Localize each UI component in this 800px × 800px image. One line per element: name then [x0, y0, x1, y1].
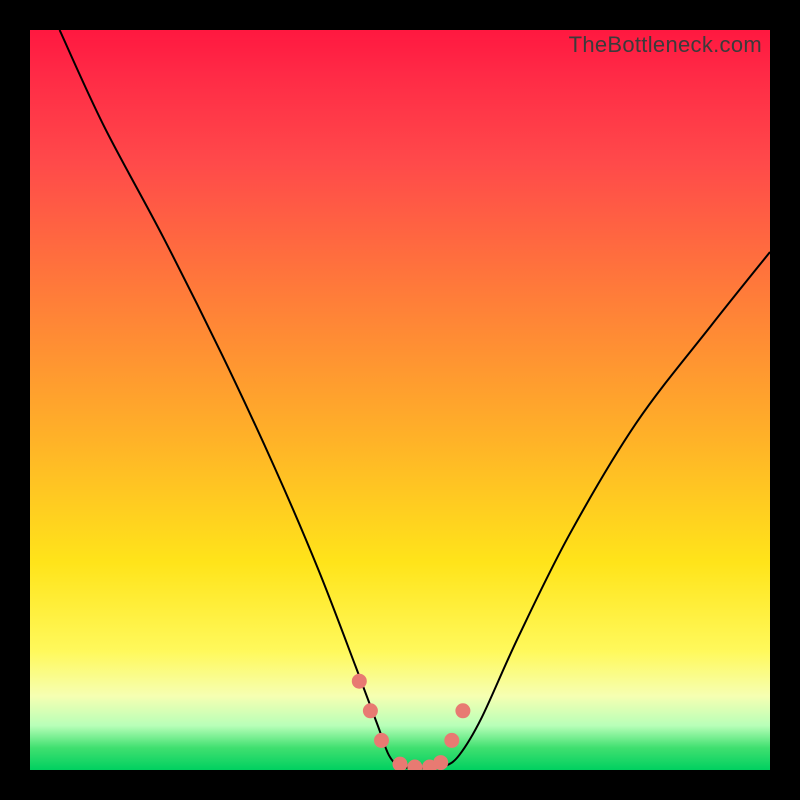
bottleneck-curve	[60, 30, 770, 768]
plot-area: TheBottleneck.com	[30, 30, 770, 770]
marker-group	[352, 674, 470, 770]
highlight-marker	[445, 733, 459, 747]
curve-svg	[30, 30, 770, 770]
chart-frame: TheBottleneck.com	[0, 0, 800, 800]
highlight-marker	[352, 674, 366, 688]
highlight-marker	[363, 704, 377, 718]
highlight-marker	[375, 733, 389, 747]
highlight-marker	[393, 757, 407, 770]
highlight-marker	[434, 756, 448, 770]
highlight-marker	[408, 760, 422, 770]
highlight-marker	[456, 704, 470, 718]
